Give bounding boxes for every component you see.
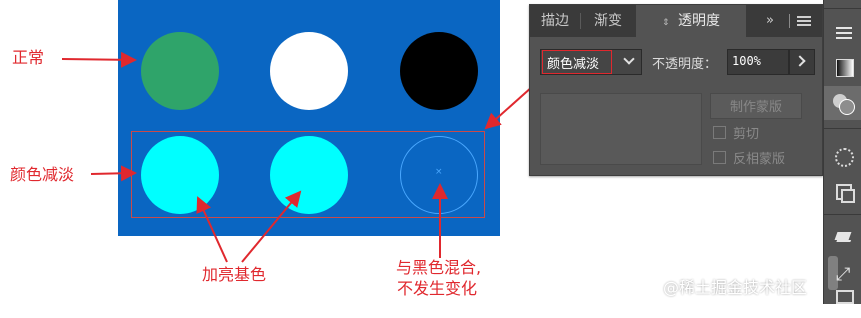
transparency-panel: 描边 渐变 ⇕ 透明度 » 颜色减淡 不透明度： 100% 制作蒙版 剪切 反相… bbox=[529, 4, 823, 176]
cyan-circle-dodge-2 bbox=[270, 136, 348, 214]
annotation-color-dodge: 颜色减淡 bbox=[10, 165, 75, 184]
double-chevron-right-icon[interactable]: » bbox=[766, 13, 774, 29]
toolbar-menu-icon[interactable] bbox=[824, 18, 861, 52]
right-toolbar: ⤢ bbox=[823, 0, 861, 304]
thumbnail-box bbox=[540, 93, 702, 165]
invert-mask-checkbox[interactable] bbox=[713, 151, 726, 164]
center-mark-icon: × bbox=[435, 167, 443, 177]
blend-mode-select[interactable]: 颜色减淡 bbox=[540, 49, 642, 75]
annotation-black-mix-1: 与黑色混合, bbox=[396, 258, 482, 277]
outline-circle-dodge: × bbox=[400, 136, 478, 214]
transform-icon[interactable] bbox=[824, 176, 861, 210]
tab-transparency[interactable]: ⇕ 透明度 bbox=[636, 5, 746, 37]
tab-stroke-label: 描边 bbox=[541, 13, 569, 29]
watermark-text: @稀土掘金技术社区 bbox=[663, 278, 808, 297]
invert-mask-label: 反相蒙版 bbox=[733, 152, 786, 167]
opacity-label: 不透明度： bbox=[652, 57, 718, 72]
tab-gradient-label: 渐变 bbox=[594, 13, 622, 29]
chevron-down-icon bbox=[623, 53, 635, 65]
annotation-lighten-base: 加亮基色 bbox=[202, 265, 267, 284]
opacity-input[interactable]: 100% bbox=[727, 49, 789, 75]
tab-stroke[interactable]: 描边 bbox=[530, 5, 580, 37]
transparency-circles-icon[interactable] bbox=[824, 86, 861, 120]
make-mask-label: 制作蒙版 bbox=[729, 100, 782, 115]
opacity-dropdown-button[interactable] bbox=[789, 49, 815, 75]
tab-gradient[interactable]: 渐变 bbox=[581, 5, 635, 37]
hamburger-menu-icon[interactable] bbox=[797, 16, 811, 27]
annotation-black-mix-2: 不发生变化 bbox=[397, 279, 478, 298]
chevron-right-icon bbox=[794, 55, 806, 67]
cyan-circle-dodge-1 bbox=[141, 136, 219, 214]
green-circle-normal bbox=[141, 32, 219, 110]
updown-arrows-icon: ⇕ bbox=[662, 18, 670, 28]
black-circle-normal bbox=[400, 32, 478, 110]
annotation-normal: 正常 bbox=[12, 48, 45, 67]
panel-divider bbox=[789, 14, 790, 28]
blend-mode-value: 颜色减淡 bbox=[547, 57, 600, 72]
clip-label: 剪切 bbox=[733, 127, 760, 142]
clip-checkbox[interactable] bbox=[713, 126, 726, 139]
layers-icon[interactable] bbox=[824, 224, 861, 258]
tab-transparency-label: 透明度 bbox=[678, 13, 720, 29]
opacity-value: 100% bbox=[732, 54, 761, 68]
appearance-circle-icon[interactable] bbox=[824, 140, 861, 174]
make-mask-button[interactable]: 制作蒙版 bbox=[710, 93, 802, 119]
gradient-swatch-icon[interactable] bbox=[824, 50, 861, 84]
white-circle-normal bbox=[270, 32, 348, 110]
artboards-icon[interactable] bbox=[824, 284, 861, 318]
